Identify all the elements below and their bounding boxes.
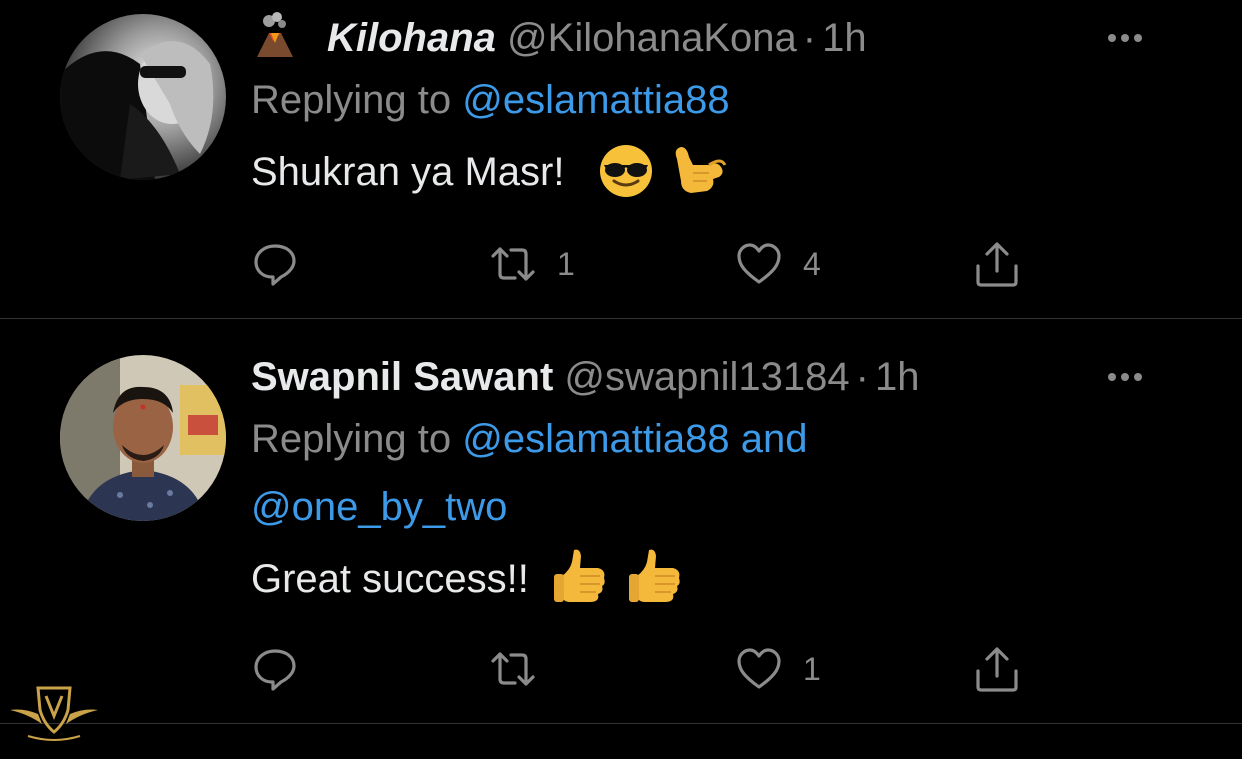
tweet[interactable]: Kilohana @KilohanaKona · 1h Replying to @e… <box>0 0 1242 319</box>
user-handle[interactable]: @KilohanaKona <box>507 16 797 60</box>
sunglasses-face-icon <box>598 143 654 224</box>
tweet-content: Swapnil Sawant @swapnil13184 · 1h Replying… <box>251 349 1202 631</box>
tweet-text-content: Great success!! <box>251 557 529 601</box>
replying-to: Replying to @eslamattia88 and <box>251 405 1202 473</box>
thumbs-up-icon <box>550 546 610 631</box>
share-icon <box>976 242 1018 287</box>
share-icon <box>976 647 1018 692</box>
retweet-button[interactable]: 1 <box>489 236 575 292</box>
display-name[interactable]: Swapnil Sawant <box>251 355 553 399</box>
heart-icon <box>737 648 781 689</box>
replying-to-continued: @one_by_two <box>251 473 1202 541</box>
share-button[interactable] <box>973 641 1021 697</box>
avatar[interactable] <box>60 355 226 521</box>
more-options-icon[interactable] <box>1108 10 1142 66</box>
separator-dot: · <box>855 355 869 399</box>
retweet-icon <box>491 247 535 281</box>
avatar[interactable] <box>60 14 226 180</box>
timeline: Kilohana @KilohanaKona · 1h Replying to @e… <box>0 0 1242 759</box>
tweet-text: Shukran ya Masr! <box>251 134 1202 224</box>
retweet-count: 1 <box>557 245 575 282</box>
tweet-actions: 1 4 <box>251 236 1041 292</box>
tweet-text-content: Shukran ya Masr! <box>251 150 565 194</box>
tweet-header: Swapnil Sawant @swapnil13184 · 1h <box>251 349 1202 405</box>
like-count: 1 <box>803 650 821 687</box>
timestamp[interactable]: 1h <box>875 355 920 399</box>
user-handle[interactable]: @swapnil13184 <box>564 355 849 399</box>
tweet-content: Kilohana @KilohanaKona · 1h Replying to @e… <box>251 10 1202 224</box>
more-options-icon[interactable] <box>1108 349 1142 405</box>
tweet-text: Great success!! <box>251 541 1202 631</box>
retweet-button[interactable] <box>489 641 557 697</box>
separator-dot: · <box>802 16 817 60</box>
reply-icon <box>254 244 296 286</box>
mention-link[interactable]: @eslamattia88 <box>462 417 729 461</box>
reply-button[interactable] <box>251 641 319 697</box>
tweet[interactable]: Swapnil Sawant @swapnil13184 · 1h Replying… <box>0 319 1242 724</box>
tweet-actions: 1 <box>251 641 1041 697</box>
reply-icon <box>254 649 296 691</box>
like-button[interactable]: 1 <box>735 641 821 697</box>
watermark-logo <box>8 684 100 759</box>
heart-icon <box>737 243 781 284</box>
like-count: 4 <box>803 245 821 282</box>
mention-link[interactable]: @eslamattia88 <box>462 78 729 122</box>
mention-joiner[interactable]: and <box>741 417 808 461</box>
timestamp[interactable]: 1h <box>822 16 867 60</box>
retweet-icon <box>491 652 535 686</box>
replying-to: Replying to @eslamattia88 <box>251 66 1202 134</box>
like-button[interactable]: 4 <box>735 236 821 292</box>
reply-button[interactable] <box>251 236 319 292</box>
share-button[interactable] <box>973 236 1021 292</box>
display-name[interactable]: Kilohana <box>327 16 496 60</box>
mention-link[interactable]: @one_by_two <box>251 485 507 529</box>
tweet-header: Kilohana @KilohanaKona · 1h <box>251 10 1202 66</box>
call-me-hand-icon <box>669 139 729 224</box>
thumbs-up-icon <box>625 546 685 631</box>
replying-prefix: Replying to <box>251 417 452 461</box>
avatar-image <box>60 355 226 521</box>
volcano-icon <box>251 11 299 59</box>
replying-prefix: Replying to <box>251 78 452 122</box>
avatar-image <box>60 14 226 180</box>
